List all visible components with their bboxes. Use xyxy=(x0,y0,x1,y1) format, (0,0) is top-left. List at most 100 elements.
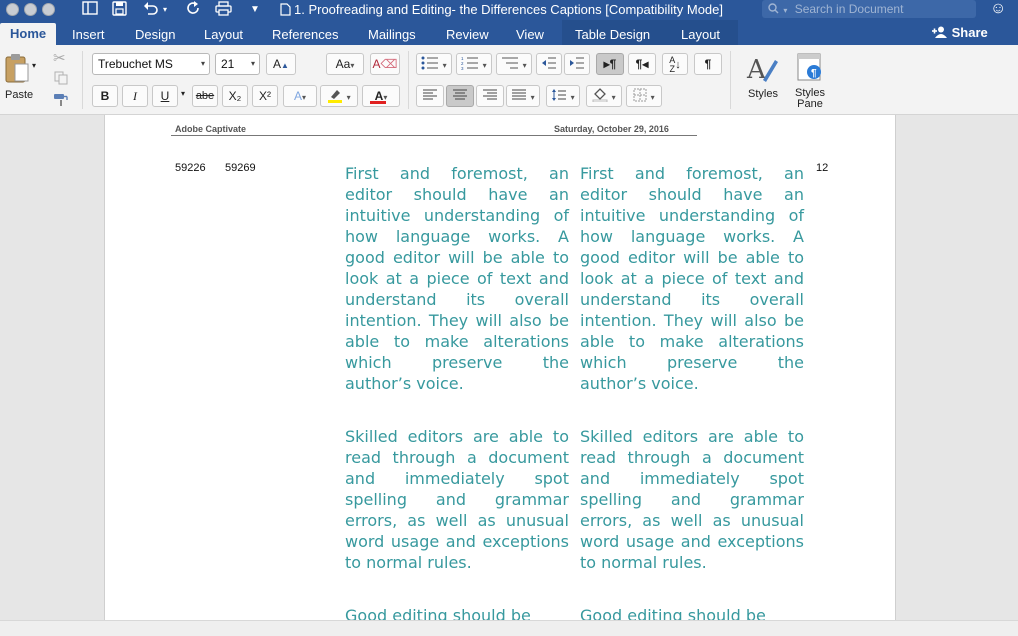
format-painter-icon[interactable] xyxy=(53,93,69,110)
shading-button[interactable]: ▾ xyxy=(586,85,622,107)
caption-end-time: 59269 xyxy=(225,162,256,174)
font-size-combo[interactable]: 21 ▾ xyxy=(215,53,260,75)
sort-button[interactable]: A Z↓ xyxy=(662,53,688,75)
zoom-window-button[interactable] xyxy=(42,3,55,16)
change-case-button[interactable]: Aa▾ xyxy=(326,53,364,75)
align-center-icon xyxy=(452,89,468,103)
search-options-caret-icon[interactable]: ▾ xyxy=(783,6,787,15)
text-effects-button[interactable]: A▾ xyxy=(283,85,317,107)
right-to-left-icon: ¶◂ xyxy=(635,57,649,71)
styles-gallery-button[interactable]: A xyxy=(740,51,784,87)
close-window-button[interactable] xyxy=(6,3,19,16)
paste-options-caret-icon[interactable]: ▾ xyxy=(32,61,36,70)
ribbon-separator xyxy=(82,51,83,109)
undo-icon[interactable] xyxy=(143,1,159,20)
paste-icon xyxy=(4,54,30,87)
feedback-smiley-icon[interactable]: ☺ xyxy=(990,0,1006,18)
align-right-button[interactable] xyxy=(476,85,504,107)
tab-table-design[interactable]: Table Design xyxy=(565,24,660,45)
share-button[interactable]: Share xyxy=(932,24,988,42)
font-size-dropdown-icon: ▾ xyxy=(250,59,255,68)
show-formatting-button[interactable]: ¶ xyxy=(694,53,722,75)
save-icon[interactable] xyxy=(112,1,127,20)
right-to-left-button[interactable]: ¶◂ xyxy=(628,53,656,75)
tab-references[interactable]: References xyxy=(262,24,348,45)
styles-pane-label-line2: Pane xyxy=(797,98,823,110)
minimize-window-button[interactable] xyxy=(24,3,37,16)
align-right-icon xyxy=(482,89,498,103)
borders-icon xyxy=(633,88,650,103)
title-bar: ▾ ▼ 1. Proofreading and Editing- the Dif… xyxy=(0,0,1018,20)
highlight-button[interactable]: ▾ xyxy=(320,85,358,107)
decrease-indent-button[interactable] xyxy=(536,53,562,75)
document-page[interactable]: Adobe Captivate Saturday, October 29, 20… xyxy=(104,115,896,636)
bullets-icon xyxy=(421,56,442,71)
strikethrough-button[interactable]: abe xyxy=(192,85,218,107)
tab-insert[interactable]: Insert xyxy=(62,24,115,45)
increase-indent-button[interactable] xyxy=(564,53,590,75)
line-spacing-icon xyxy=(551,89,570,103)
pilcrow-icon: ¶ xyxy=(704,57,712,71)
font-name-combo[interactable]: Trebuchet MS ▾ xyxy=(92,53,210,75)
paint-bucket-icon xyxy=(592,88,611,103)
tab-review[interactable]: Review xyxy=(436,24,499,45)
print-icon[interactable] xyxy=(215,1,232,20)
tab-design[interactable]: Design xyxy=(125,24,185,45)
numbering-button[interactable]: 123 ▾ xyxy=(456,53,492,75)
edited-caption-column[interactable]: First and foremost, an editor should hav… xyxy=(580,163,804,636)
redo-icon[interactable] xyxy=(186,1,201,20)
superscript-button[interactable]: X² xyxy=(252,85,278,107)
multilevel-list-button[interactable]: ▾ xyxy=(496,53,532,75)
grow-font-button[interactable]: A▲ xyxy=(266,53,296,75)
line-spacing-button[interactable]: ▾ xyxy=(546,85,580,107)
caption-paragraph: First and foremost, an editor should hav… xyxy=(580,164,804,393)
align-left-button[interactable] xyxy=(416,85,444,107)
change-case-icon: Aa▾ xyxy=(335,57,355,71)
undo-dropdown-icon[interactable]: ▾ xyxy=(163,1,167,19)
bullets-button[interactable]: ▾ xyxy=(416,53,452,75)
search-icon xyxy=(768,2,782,16)
styles-pane-label: Styles Pane xyxy=(795,88,825,110)
search-placeholder: Search in Document xyxy=(794,2,904,16)
styles-label: Styles xyxy=(748,88,778,100)
justify-icon xyxy=(511,89,530,103)
clear-formatting-button[interactable]: A⌫ xyxy=(370,53,400,75)
left-to-right-button[interactable]: ▸¶ xyxy=(596,53,624,75)
paste-label: Paste xyxy=(5,89,34,101)
font-name-value: Trebuchet MS xyxy=(98,57,173,71)
borders-button[interactable]: ▾ xyxy=(626,85,662,107)
tab-mailings[interactable]: Mailings xyxy=(358,24,426,45)
styles-pane-button[interactable]: ¶ xyxy=(794,51,826,87)
multilevel-list-icon xyxy=(501,57,522,71)
left-to-right-icon: ▸¶ xyxy=(603,57,617,71)
grow-font-icon: A▲ xyxy=(273,57,289,71)
justify-button[interactable]: ▾ xyxy=(506,85,540,107)
sidebar-toggle-icon[interactable] xyxy=(82,1,98,19)
font-name-dropdown-icon: ▾ xyxy=(200,59,205,68)
caption-paragraph: First and foremost, an editor should hav… xyxy=(345,164,569,393)
document-area[interactable]: Adobe Captivate Saturday, October 29, 20… xyxy=(0,115,1018,636)
original-caption-column[interactable]: First and foremost, an editor should hav… xyxy=(345,163,569,636)
underline-dropdown-icon[interactable]: ▾ xyxy=(181,89,185,98)
highlighter-icon xyxy=(327,89,346,103)
add-person-icon xyxy=(932,25,952,40)
svg-text:¶: ¶ xyxy=(811,68,817,79)
status-bar xyxy=(0,620,1018,636)
tab-layout[interactable]: Layout xyxy=(194,24,253,45)
paste-button[interactable] xyxy=(2,51,32,87)
tab-table-layout[interactable]: Layout xyxy=(671,24,730,45)
tab-home[interactable]: Home xyxy=(0,23,57,45)
italic-button[interactable]: I xyxy=(122,85,148,107)
cut-icon[interactable]: ✂ xyxy=(53,49,66,67)
search-document-field[interactable]: ▾ Search in Document xyxy=(762,0,976,18)
font-color-button[interactable]: A▾ xyxy=(362,85,400,107)
tab-view[interactable]: View xyxy=(506,24,554,45)
decrease-indent-icon xyxy=(541,57,557,71)
underline-button[interactable]: U xyxy=(152,85,178,107)
subscript-button[interactable]: X₂ xyxy=(222,85,248,107)
customize-toolbar-icon[interactable]: ▼ xyxy=(250,1,260,19)
align-center-button[interactable] xyxy=(446,85,474,107)
copy-icon[interactable] xyxy=(54,71,68,88)
font-size-value: 21 xyxy=(221,57,235,71)
bold-button[interactable]: B xyxy=(92,85,118,107)
